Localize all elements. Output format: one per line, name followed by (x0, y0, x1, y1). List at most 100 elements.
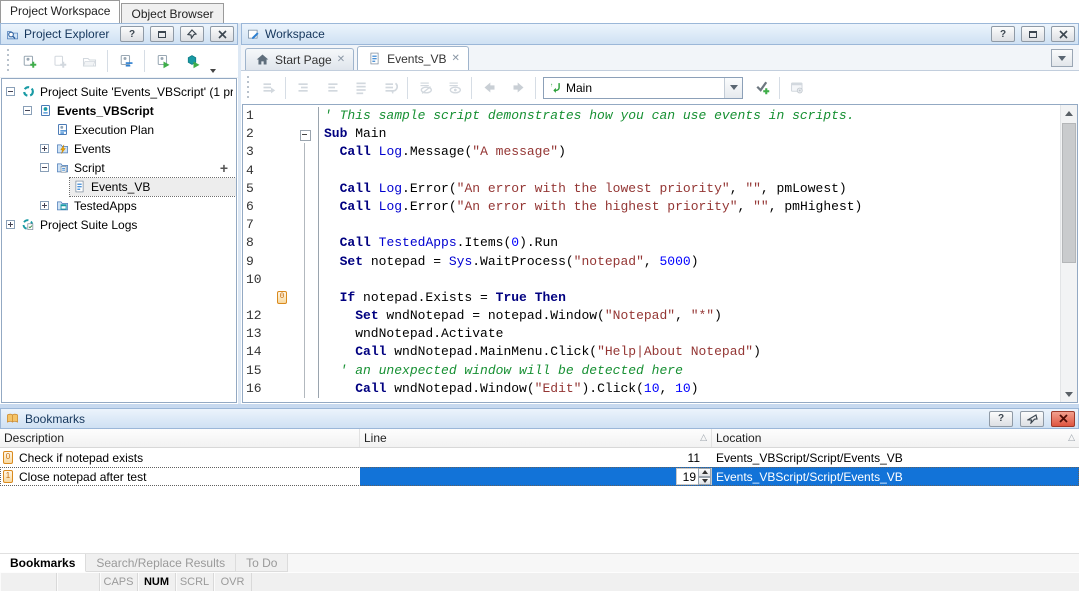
fold-margin (291, 307, 319, 325)
top-tab-project-workspace[interactable]: Project Workspace (0, 0, 120, 23)
ws-help-button[interactable]: ? (991, 26, 1015, 42)
bm-help-button[interactable]: ? (989, 411, 1013, 427)
routine-combo[interactable]: Main (543, 77, 743, 99)
gutter-margin (273, 234, 291, 252)
tree-expander-plus[interactable] (6, 220, 15, 229)
bm-close-button[interactable] (1051, 411, 1075, 427)
bottom-tab-bookmarks[interactable]: Bookmarks (0, 554, 86, 572)
pe-help-button[interactable]: ? (120, 26, 144, 42)
code-line-1: 1' This sample script demonstrates how y… (243, 107, 1060, 125)
open-item-icon (81, 53, 97, 69)
routine-combo-arrow[interactable] (724, 78, 742, 98)
bookmarks-column-line[interactable]: Line△ (360, 429, 712, 447)
tree-expander-minus[interactable] (6, 87, 15, 96)
fold-margin (291, 325, 319, 343)
tree-expander-plus[interactable] (40, 201, 49, 210)
bookmark-description: Close notepad after test (19, 470, 146, 484)
add-project-icon (21, 53, 37, 69)
project-explorer-icon (4, 26, 20, 42)
doc-tab-events-vb[interactable]: Events_VB ✕ (357, 46, 469, 70)
bookmark-line-cell[interactable]: 11 (360, 448, 712, 467)
execution-plan-icon (54, 122, 70, 138)
add-script-item-button[interactable]: + (220, 160, 228, 176)
top-tab-object-browser[interactable]: Object Browser (121, 3, 223, 23)
tree-item-events-vb[interactable]: Events_VB (2, 177, 236, 196)
tree-expander-plus[interactable] (40, 144, 49, 153)
scroll-down-button[interactable] (1061, 386, 1077, 402)
spinner-up-button[interactable] (698, 468, 711, 477)
tree-item-project-suite-logs[interactable]: Project Suite Logs (2, 215, 236, 234)
bookmark-icon[interactable]: 0 (277, 291, 287, 304)
bookmark-location-cell[interactable]: Events_VBScript/Script/Events_VB (712, 448, 1079, 467)
hide-region-button (411, 75, 439, 101)
tab-overflow-button[interactable] (1051, 49, 1073, 67)
run-project-suite-button[interactable] (179, 48, 207, 74)
bookmark-icon: 1 (3, 470, 13, 483)
outdent-button (289, 75, 317, 101)
pe-restore-button[interactable] (150, 26, 174, 42)
tree-item-testedapps[interactable]: TestedApps (2, 196, 236, 215)
bm-pin-button[interactable] (1020, 411, 1044, 427)
bookmark-row-0[interactable]: 0Check if notepad exists11Events_VBScrip… (0, 448, 1079, 467)
bookmarks-column-description[interactable]: Description (0, 429, 360, 447)
organize-tests-button[interactable] (112, 48, 140, 74)
pe-pin-button[interactable] (180, 26, 204, 42)
code-text: If notepad.Exists = True Then (319, 289, 566, 307)
bookmark-description-cell[interactable]: 1 Close notepad after test (0, 467, 360, 486)
line-number-editor[interactable]: 19 (676, 468, 712, 485)
code-area[interactable]: 1' This sample script demonstrates how y… (243, 105, 1060, 402)
add-item-icon (51, 53, 67, 69)
bookmarks-title: Bookmarks (25, 412, 982, 426)
bookmark-description-cell[interactable]: 0Check if notepad exists (0, 448, 360, 467)
line-spinner (698, 468, 711, 485)
ws-close-button[interactable] (1051, 26, 1075, 42)
tree-item-label: TestedApps (74, 199, 137, 213)
add-project-button[interactable] (15, 48, 43, 74)
gutter-margin (273, 180, 291, 198)
tree-item-events-vbscript[interactable]: Events_VBScript (2, 101, 236, 120)
doc-tab-start-page[interactable]: Start Page✕ (245, 48, 354, 70)
nav-forward-icon (510, 80, 526, 96)
bookmarks-column-location[interactable]: Location△ (712, 429, 1079, 447)
fold-margin (291, 162, 319, 180)
code-text: Call Log.Error("An error with the highes… (319, 198, 862, 216)
doc-tab-close-icon[interactable]: ✕ (451, 53, 459, 64)
toolbar-grip[interactable] (246, 76, 250, 100)
code-line-5: 5 Call Log.Error("An error with the lowe… (243, 180, 1060, 198)
tree-item-execution-plan[interactable]: Execution Plan (2, 120, 236, 139)
doc-tab-close-icon[interactable]: ✕ (337, 54, 345, 65)
testedapps-folder-icon (54, 198, 70, 214)
bookmark-icon: 0 (3, 451, 13, 464)
bottom-tab-to-do[interactable]: To Do (236, 554, 288, 572)
code-editor[interactable]: 1' This sample script demonstrates how y… (242, 104, 1078, 403)
show-region-icon (446, 80, 462, 96)
spinner-down-button[interactable] (698, 477, 711, 486)
scroll-up-button[interactable] (1061, 105, 1077, 121)
add-checkpoint-button[interactable] (748, 75, 776, 101)
doc-tab-label: Events_VB (387, 52, 446, 66)
gutter-margin (273, 143, 291, 161)
nav-back-icon (481, 80, 497, 96)
editor-vertical-scrollbar[interactable] (1060, 105, 1077, 402)
tree-item-project-suite-events-vbscript-1-projec[interactable]: Project Suite 'Events_VBScript' (1 proje… (2, 82, 236, 101)
bookmark-location-cell[interactable]: Events_VBScript/Script/Events_VB (712, 467, 1079, 486)
tree-item-events[interactable]: Events (2, 139, 236, 158)
project-explorer-toolbar (0, 45, 238, 78)
scrollbar-thumb[interactable] (1062, 123, 1076, 263)
tree-expander-minus[interactable] (40, 163, 49, 172)
tree-item-script[interactable]: Script+ (2, 158, 236, 177)
undo-format-button (376, 75, 404, 101)
ws-restore-button[interactable] (1021, 26, 1045, 42)
bottom-tab-search-replace-results[interactable]: Search/Replace Results (86, 554, 236, 572)
fold-collapse-box[interactable] (291, 125, 319, 143)
run-dropdown-caret[interactable] (210, 69, 216, 73)
fold-margin (291, 234, 319, 252)
tree-expander-minus[interactable] (23, 106, 32, 115)
pe-close-button[interactable] (210, 26, 234, 42)
run-project-button[interactable] (149, 48, 177, 74)
bookmark-line-cell[interactable]: 19 (360, 467, 712, 486)
run-selection-button (254, 75, 282, 101)
bookmark-row-1[interactable]: 1 Close notepad after test 19Events_VBScri… (0, 467, 1079, 486)
home-icon (254, 52, 270, 68)
code-text: ' This sample script demonstrates how yo… (319, 107, 855, 125)
